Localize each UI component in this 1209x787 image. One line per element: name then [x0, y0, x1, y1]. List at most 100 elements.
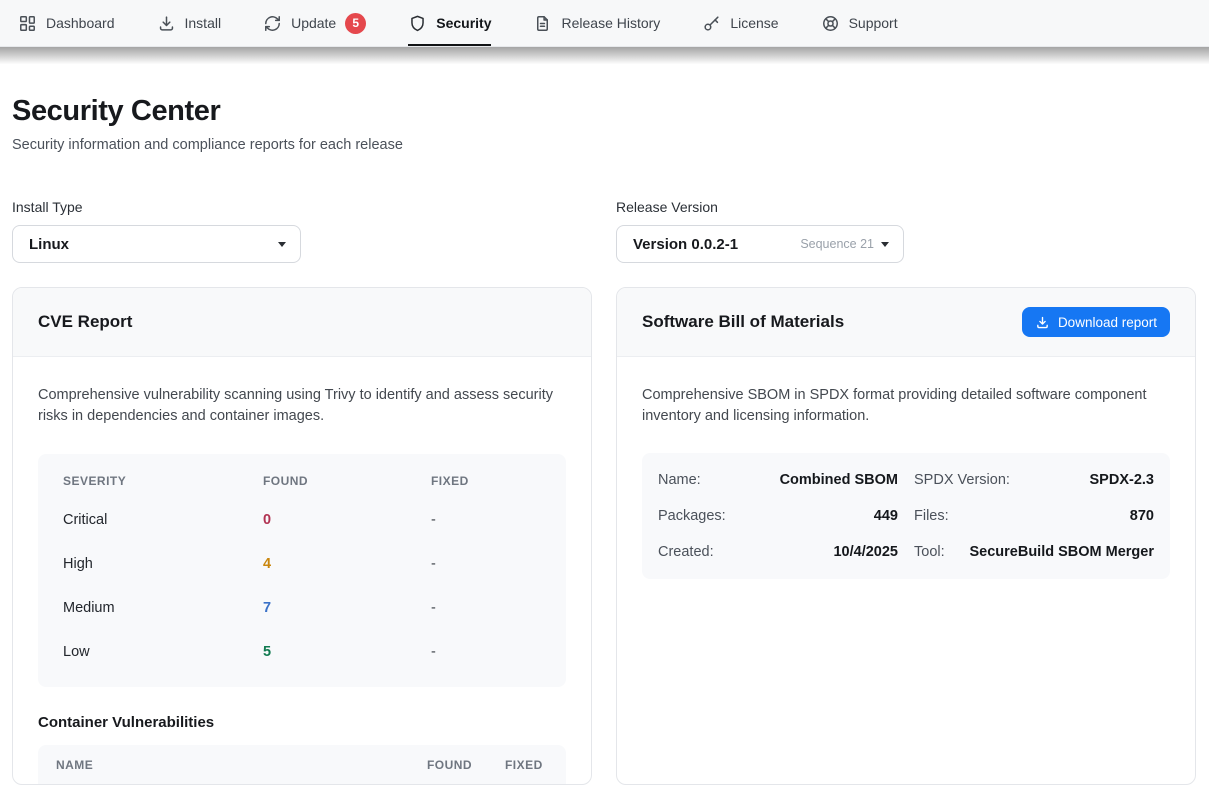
- install-type-filter: Install Type Linux: [12, 199, 592, 263]
- nav-item-license[interactable]: License: [702, 0, 778, 46]
- filters-row: Install Type Linux Release Version Versi…: [12, 199, 1196, 263]
- nav-item-release-history[interactable]: Release History: [533, 0, 660, 46]
- table-row: Name: Combined SBOM SPDX Version: SPDX-2…: [658, 462, 1154, 498]
- info-pair-created: Created: 10/4/2025: [658, 544, 898, 560]
- install-type-select[interactable]: Linux: [12, 225, 301, 263]
- found-count: 0: [263, 512, 431, 528]
- document-icon: [533, 14, 552, 33]
- sequence-label: Sequence 21: [800, 237, 874, 251]
- cve-report-title: CVE Report: [38, 312, 132, 332]
- nav-item-update[interactable]: Update 5: [263, 0, 366, 46]
- shield-icon: [408, 14, 427, 33]
- found-count: 4: [263, 556, 431, 572]
- column-header-found: Found: [427, 758, 505, 772]
- found-count: 5: [263, 644, 431, 660]
- cve-report-card: CVE Report Comprehensive vulnerability s…: [12, 287, 592, 785]
- nav-label: Dashboard: [46, 15, 115, 31]
- nav-label: Update: [291, 15, 336, 31]
- severity-table: Severity Found Fixed Critical 0 - High 4…: [38, 454, 566, 687]
- table-row: Packages: 449 Files: 870: [658, 498, 1154, 534]
- download-icon: [1035, 315, 1050, 330]
- sbom-info-table: Name: Combined SBOM SPDX Version: SPDX-2…: [642, 453, 1170, 579]
- fixed-count: -: [431, 556, 541, 572]
- nav-item-security[interactable]: Security: [408, 0, 491, 46]
- cve-report-description: Comprehensive vulnerability scanning usi…: [38, 385, 566, 428]
- fixed-count: -: [431, 512, 541, 528]
- info-pair-name: Name: Combined SBOM: [658, 472, 898, 488]
- sbom-header: Software Bill of Materials Download repo…: [617, 288, 1195, 357]
- fixed-count: -: [431, 644, 541, 660]
- container-vulnerabilities-table-header: Name Found Fixed: [38, 745, 566, 785]
- install-type-label: Install Type: [12, 199, 592, 215]
- download-report-button[interactable]: Download report: [1022, 307, 1170, 337]
- table-row: Created: 10/4/2025 Tool: SecureBuild SBO…: [658, 534, 1154, 570]
- nav-item-dashboard[interactable]: Dashboard: [18, 0, 115, 46]
- column-header-fixed: Fixed: [505, 758, 548, 772]
- fixed-count: -: [431, 600, 541, 616]
- lifebuoy-icon: [821, 14, 840, 33]
- nav-label: License: [730, 15, 778, 31]
- update-count-badge: 5: [345, 13, 366, 34]
- release-version-value: Version 0.0.2-1: [633, 236, 738, 253]
- info-pair-spdx-version: SPDX Version: SPDX-2.3: [914, 472, 1154, 488]
- severity-label: Low: [63, 644, 263, 660]
- scroll-shadow: [0, 47, 1209, 64]
- severity-table-header: Severity Found Fixed: [63, 460, 541, 498]
- severity-label: Critical: [63, 512, 263, 528]
- sbom-title: Software Bill of Materials: [642, 312, 844, 332]
- info-pair-packages: Packages: 449: [658, 508, 898, 524]
- sbom-description: Comprehensive SBOM in SPDX format provid…: [642, 385, 1170, 428]
- column-header-found: Found: [263, 474, 431, 488]
- info-value: 870: [1130, 508, 1154, 524]
- found-count: 7: [263, 600, 431, 616]
- release-version-label: Release Version: [616, 199, 1196, 215]
- nav-label: Support: [849, 15, 898, 31]
- main-content: Security Center Security information and…: [0, 95, 1209, 785]
- table-row-critical: Critical 0 -: [63, 498, 541, 542]
- info-value: 449: [874, 508, 898, 524]
- info-label: SPDX Version:: [914, 472, 1010, 488]
- download-icon: [157, 14, 176, 33]
- info-value: SecureBuild SBOM Merger: [969, 544, 1154, 560]
- nav-label: Install: [185, 15, 222, 31]
- page-title: Security Center: [12, 95, 1196, 128]
- table-row-high: High 4 -: [63, 542, 541, 586]
- refresh-icon: [263, 14, 282, 33]
- severity-label: High: [63, 556, 263, 572]
- info-value: 10/4/2025: [833, 544, 898, 560]
- column-header-severity: Severity: [63, 474, 263, 488]
- key-icon: [702, 14, 721, 33]
- info-pair-tool: Tool: SecureBuild SBOM Merger: [914, 544, 1154, 560]
- info-pair-files: Files: 870: [914, 508, 1154, 524]
- download-report-label: Download report: [1058, 315, 1157, 330]
- info-label: Created:: [658, 544, 714, 560]
- info-value: Combined SBOM: [780, 472, 898, 488]
- table-row-low: Low 5 -: [63, 630, 541, 674]
- install-type-value: Linux: [29, 236, 69, 253]
- sbom-body: Comprehensive SBOM in SPDX format provid…: [617, 357, 1195, 784]
- severity-label: Medium: [63, 600, 263, 616]
- sbom-card: Software Bill of Materials Download repo…: [616, 287, 1196, 785]
- nav-label: Security: [436, 15, 491, 31]
- column-header-name: Name: [56, 758, 427, 772]
- info-value: SPDX-2.3: [1090, 472, 1154, 488]
- cards-row: CVE Report Comprehensive vulnerability s…: [12, 287, 1196, 785]
- chevron-down-icon: [881, 242, 889, 247]
- release-version-select[interactable]: Version 0.0.2-1 Sequence 21: [616, 225, 904, 263]
- dashboard-icon: [18, 14, 37, 33]
- info-label: Packages:: [658, 508, 726, 524]
- page-subtitle: Security information and compliance repo…: [12, 137, 1196, 153]
- table-row-medium: Medium 7 -: [63, 586, 541, 630]
- top-nav: Dashboard Install Update 5 Security Rele…: [0, 0, 1209, 47]
- column-header-fixed: Fixed: [431, 474, 541, 488]
- nav-item-install[interactable]: Install: [157, 0, 222, 46]
- info-label: Files:: [914, 508, 949, 524]
- nav-item-support[interactable]: Support: [821, 0, 898, 46]
- nav-label: Release History: [561, 15, 660, 31]
- cve-report-header: CVE Report: [13, 288, 591, 357]
- container-vulnerabilities-title: Container Vulnerabilities: [38, 714, 566, 731]
- release-version-filter: Release Version Version 0.0.2-1 Sequence…: [616, 199, 1196, 263]
- cve-report-body: Comprehensive vulnerability scanning usi…: [13, 357, 591, 785]
- info-label: Tool:: [914, 544, 945, 560]
- chevron-down-icon: [278, 242, 286, 247]
